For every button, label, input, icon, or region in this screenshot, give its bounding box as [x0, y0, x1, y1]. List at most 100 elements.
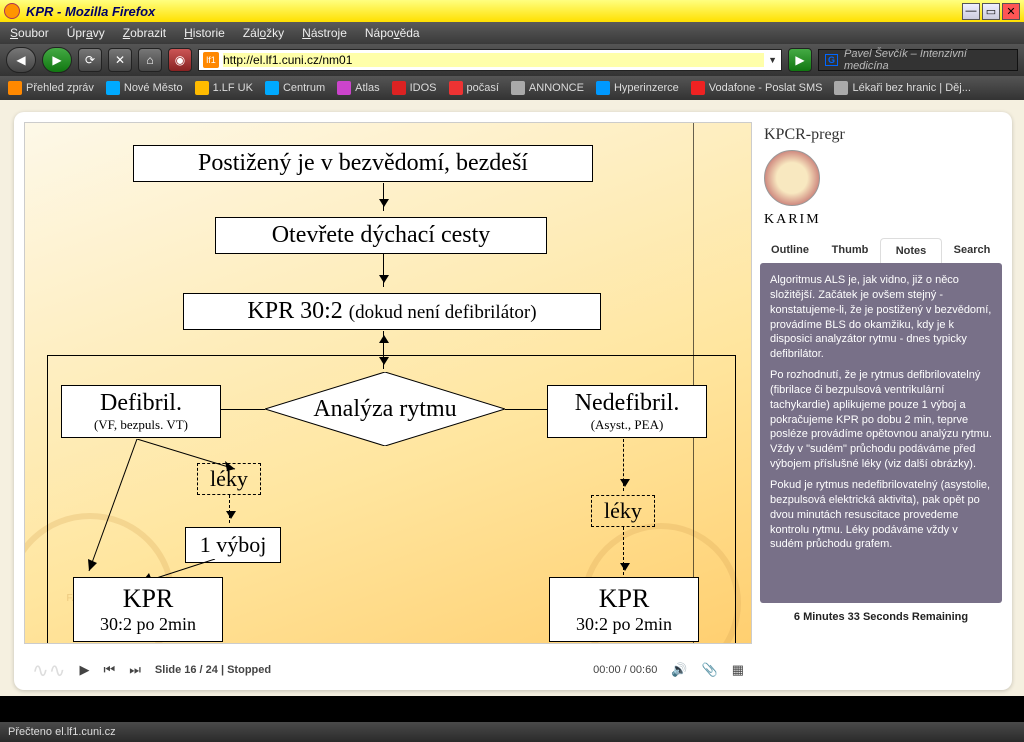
bookmark-item[interactable]: Vodafone - Poslat SMS	[691, 81, 823, 95]
go-button[interactable]: ▶	[788, 48, 812, 72]
bookmark-item[interactable]: Centrum	[265, 81, 325, 95]
bookmark-icon	[106, 81, 120, 95]
notes-panel[interactable]: Algoritmus ALS je, jak vidno, již o něco…	[760, 263, 1002, 603]
play-button[interactable]: ▶	[80, 662, 90, 678]
status-text: Přečteno el.lf1.cuni.cz	[8, 726, 116, 738]
bracket-left	[47, 355, 48, 644]
department-label: KARIM	[764, 212, 1002, 228]
presentation-container: FAKULTNÍ Postižený je v bezvědomí, bezde…	[14, 112, 1012, 690]
bookmark-label: Hyperinzerce	[614, 82, 679, 94]
flow-box-unconscious: Postižený je v bezvědomí, bezdeší	[133, 145, 593, 182]
menu-tools[interactable]: Nástroje	[302, 26, 347, 40]
flow-box-defib: Defibril. (VF, bezpuls. VT)	[61, 385, 221, 438]
arrow-dashed-icon	[623, 527, 624, 575]
bookmark-label: Lékaři bez hranic | Děj...	[852, 82, 970, 94]
bookmark-label: Vodafone - Poslat SMS	[709, 82, 823, 94]
flow-box-drugs-right: léky	[591, 495, 655, 527]
reload-button[interactable]: ⟳	[78, 48, 102, 72]
close-button[interactable]: ✕	[1002, 3, 1020, 20]
url-input[interactable]	[223, 53, 764, 67]
slide-counter: Slide 16 / 24 | Stopped	[155, 664, 271, 676]
menu-file[interactable]: Soubor	[10, 26, 49, 40]
bookmark-icon	[511, 81, 525, 95]
tab-notes[interactable]: Notes	[880, 238, 942, 263]
tab-search[interactable]: Search	[942, 238, 1002, 263]
bracket-top	[47, 355, 735, 356]
menu-bookmarks[interactable]: Záložky	[243, 26, 284, 40]
next-button[interactable]: ⏭	[129, 662, 141, 678]
guide-line	[693, 123, 694, 644]
wave-icon: ∿∿	[32, 658, 66, 683]
menu-history[interactable]: Historie	[184, 26, 225, 40]
bookmarks-toolbar: Přehled zpráv Nové Město 1.LF UK Centrum Atl…	[0, 76, 1024, 100]
bookmark-label: Přehled zpráv	[26, 82, 94, 94]
bookmark-item[interactable]: Lékaři bez hranic | Děj...	[834, 81, 970, 95]
bookmark-item[interactable]: IDOS	[392, 81, 437, 95]
arrow-icon	[383, 183, 384, 211]
tab-thumb[interactable]: Thumb	[820, 238, 880, 263]
firefox-icon	[4, 3, 20, 19]
bookmark-item[interactable]: Přehled zpráv	[8, 81, 94, 95]
slide-area: FAKULTNÍ Postižený je v bezvědomí, bezde…	[24, 122, 752, 644]
flow-box-airway: Otevřete dýchací cesty	[215, 217, 547, 254]
menu-edit[interactable]: Úpravy	[67, 26, 105, 40]
bookmark-icon	[265, 81, 279, 95]
bookmark-label: Atlas	[355, 82, 379, 94]
bookmark-icon	[596, 81, 610, 95]
bookmark-icon	[691, 81, 705, 95]
player-bar: ∿∿ ▶ ⏮ ⏭ Slide 16 / 24 | Stopped 00:00 /…	[24, 656, 752, 684]
bookmark-label: IDOS	[410, 82, 437, 94]
bookmark-item[interactable]: Nové Město	[106, 81, 183, 95]
flow-box-cpr-right: KPR 30:2 po 2min	[549, 577, 699, 642]
url-bar[interactable]: lf1 ▼	[198, 49, 782, 71]
menu-bar: Soubor Úpravy Zobrazit Historie Záložky …	[0, 22, 1024, 44]
google-icon: G	[825, 54, 838, 66]
bookmark-icon	[449, 81, 463, 95]
url-dropdown-icon[interactable]: ▼	[768, 55, 777, 65]
volume-button[interactable]: 🔊	[671, 662, 687, 678]
prev-button[interactable]: ⏮	[104, 662, 116, 678]
search-placeholder: Pavel Ševčík – Intenzivní medicína	[844, 48, 1011, 72]
side-panel: KPCR-pregr KARIM OutlineThumbNotesSearch…	[760, 122, 1002, 684]
pocket-button[interactable]: ◉	[168, 48, 192, 72]
bookmark-label: počasí	[467, 82, 499, 94]
flow-decision-analyze: Analýza rytmu	[265, 372, 505, 446]
time-display: 00:00 / 00:60	[593, 664, 657, 676]
bookmark-label: Centrum	[283, 82, 325, 94]
info-button[interactable]: ▦	[732, 662, 744, 678]
flow-box-drugs-left: léky	[197, 463, 261, 495]
status-bar: Přečteno el.lf1.cuni.cz	[0, 722, 1024, 742]
forward-button[interactable]: ▶	[42, 47, 72, 73]
bookmark-item[interactable]: Atlas	[337, 81, 379, 95]
bookmark-item[interactable]: počasí	[449, 81, 499, 95]
bookmark-item[interactable]: 1.LF UK	[195, 81, 253, 95]
menu-view[interactable]: Zobrazit	[123, 26, 166, 40]
flow-box-cpr: KPR 30:2 (dokud není defibrilátor)	[183, 293, 601, 330]
window-title: KPR - Mozilla Firefox	[26, 4, 155, 19]
arrow-dashed-icon	[229, 495, 230, 523]
time-remaining: 6 Minutes 33 Seconds Remaining	[760, 603, 1002, 627]
site-icon: lf1	[203, 52, 219, 68]
page-content: FAKULTNÍ Postižený je v bezvědomí, bezde…	[0, 100, 1024, 696]
flow-box-cpr-left: KPR 30:2 po 2min	[73, 577, 223, 642]
flow-box-shock: 1 výboj	[185, 527, 281, 563]
back-button[interactable]: ◀	[6, 47, 36, 73]
bookmark-icon	[392, 81, 406, 95]
bookmark-item[interactable]: ANNONCE	[511, 81, 584, 95]
bookmark-label: ANNONCE	[529, 82, 584, 94]
bookmark-label: 1.LF UK	[213, 82, 253, 94]
menu-help[interactable]: Nápověda	[365, 26, 420, 40]
minimize-button[interactable]: —	[962, 3, 980, 20]
note-paragraph: Algoritmus ALS je, jak vidno, již o něco…	[770, 273, 992, 362]
tab-outline[interactable]: Outline	[760, 238, 820, 263]
bookmark-item[interactable]: Hyperinzerce	[596, 81, 679, 95]
flow-box-nodefib: Nedefibril. (Asyst., PEA)	[547, 385, 707, 438]
bookmark-icon	[195, 81, 209, 95]
home-button[interactable]: ⌂	[138, 48, 162, 72]
note-paragraph: Po rozhodnutí, že je rytmus defibrilovat…	[770, 368, 992, 472]
stop-button[interactable]: ✕	[108, 48, 132, 72]
maximize-button[interactable]: ▭	[982, 3, 1000, 20]
search-box[interactable]: G Pavel Ševčík – Intenzivní medicína	[818, 49, 1018, 71]
attach-button[interactable]: 📎	[702, 662, 718, 678]
arrow-icon	[383, 253, 384, 287]
